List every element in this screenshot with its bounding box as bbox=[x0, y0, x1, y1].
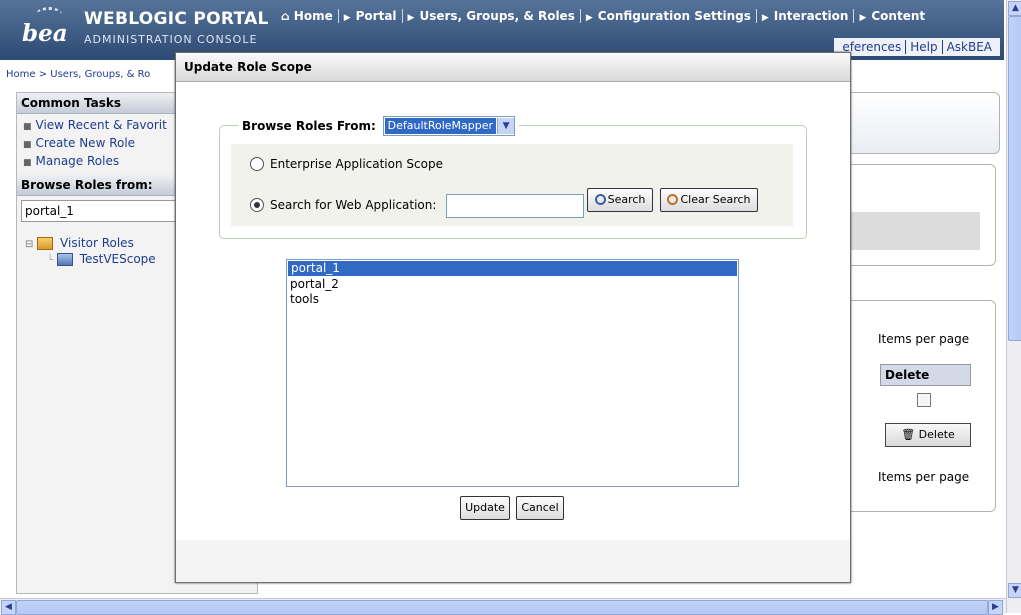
delete-column-header: Delete bbox=[880, 364, 971, 386]
nav-content[interactable]: ▶ Content bbox=[854, 9, 930, 23]
items-per-page-label: Items per page bbox=[878, 332, 970, 346]
list-item[interactable]: portal_1 bbox=[288, 261, 737, 276]
browse-roles-legend: Browse Roles From: DefaultRoleMapper ▼ bbox=[238, 116, 520, 136]
arrow-icon: ▶ bbox=[761, 13, 769, 23]
bullet-icon: ■ bbox=[23, 122, 32, 132]
utility-nav: eferences Help AskBEA bbox=[834, 38, 1000, 56]
delete-button[interactable]: 🗑 Delete bbox=[885, 423, 971, 447]
nav-home[interactable]: ⌂ Home bbox=[276, 9, 339, 23]
items-per-page-label-bottom: Items per page bbox=[878, 470, 970, 484]
clear-search-button[interactable]: Clear Search bbox=[660, 188, 758, 212]
update-button[interactable]: Update bbox=[460, 496, 510, 520]
arrow-icon: ▶ bbox=[407, 13, 415, 23]
arrow-icon: ▶ bbox=[585, 13, 593, 23]
role-mapper-select[interactable]: DefaultRoleMapper ▼ bbox=[382, 116, 516, 136]
folder-icon bbox=[37, 237, 54, 250]
nav-interaction[interactable]: ▶ Interaction bbox=[757, 9, 855, 23]
cancel-button[interactable]: Cancel bbox=[516, 496, 564, 520]
product-subtitle: ADMINISTRATION CONSOLE bbox=[84, 33, 258, 46]
home-icon: ⌂ bbox=[281, 9, 294, 23]
arrow-icon: ▶ bbox=[859, 13, 867, 23]
portal-header: bea WEBLOGIC PORTAL ADMINISTRATION CONSO… bbox=[0, 0, 1004, 60]
dialog-title: Update Role Scope bbox=[176, 53, 850, 82]
scroll-up-arrow-icon[interactable]: ▲ bbox=[1008, 1, 1021, 16]
browse-roles-label: Browse Roles From: bbox=[242, 119, 376, 133]
webapp-search-input[interactable] bbox=[446, 194, 584, 218]
vertical-scroll-thumb[interactable] bbox=[1008, 16, 1021, 341]
enterprise-scope-radio[interactable] bbox=[250, 157, 264, 171]
dialog-footer bbox=[176, 540, 850, 582]
web-application-list[interactable]: portal_1 portal_2 tools bbox=[286, 259, 739, 487]
product-title: WEBLOGIC PORTAL bbox=[84, 9, 269, 29]
bullet-icon: ■ bbox=[23, 140, 32, 150]
dialog-body: Browse Roles From: DefaultRoleMapper ▼ En… bbox=[176, 82, 850, 540]
delete-checkbox[interactable] bbox=[917, 393, 931, 407]
enterprise-scope-label: Enterprise Application Scope bbox=[270, 157, 443, 171]
clear-search-icon bbox=[667, 193, 679, 205]
update-role-scope-dialog: Update Role Scope Browse Roles From: Def… bbox=[175, 52, 851, 583]
webapp-scope-radio[interactable] bbox=[250, 198, 264, 212]
nav-portal[interactable]: ▶ Portal bbox=[339, 9, 403, 23]
trash-icon: 🗑 bbox=[901, 428, 919, 441]
logo-text: bea bbox=[22, 20, 68, 47]
list-item[interactable]: tools bbox=[287, 292, 738, 307]
magnifier-icon bbox=[594, 193, 606, 205]
scroll-down-arrow-icon[interactable]: ▼ bbox=[1008, 583, 1021, 598]
bullet-icon: ■ bbox=[23, 158, 32, 168]
search-button[interactable]: Search bbox=[587, 188, 653, 212]
breadcrumb[interactable]: Home > Users, Groups, & Ro bbox=[6, 69, 150, 80]
arrow-icon: ▶ bbox=[343, 13, 351, 23]
webapp-scope-label: Search for Web Application: bbox=[270, 198, 437, 212]
top-nav: ⌂ Home ▶ Portal ▶ Users, Groups, & Roles ▶ Con… bbox=[276, 9, 930, 23]
help-link[interactable]: Help bbox=[905, 40, 942, 54]
nav-users-groups-roles[interactable]: ▶ Users, Groups, & Roles bbox=[403, 9, 581, 23]
nav-configuration-settings[interactable]: ▶ Configuration Settings bbox=[581, 9, 757, 23]
list-item[interactable]: portal_2 bbox=[287, 277, 738, 292]
horizontal-scrollbar[interactable]: ◀ ▶ bbox=[0, 598, 1006, 615]
chevron-down-icon[interactable]: ▼ bbox=[497, 118, 515, 134]
vertical-scrollbar[interactable]: ▲ ▼ bbox=[1006, 0, 1021, 613]
role-icon bbox=[56, 253, 73, 266]
askbea-link[interactable]: AskBEA bbox=[941, 40, 996, 54]
tree-expander-icon[interactable]: ⊟ bbox=[25, 239, 33, 250]
